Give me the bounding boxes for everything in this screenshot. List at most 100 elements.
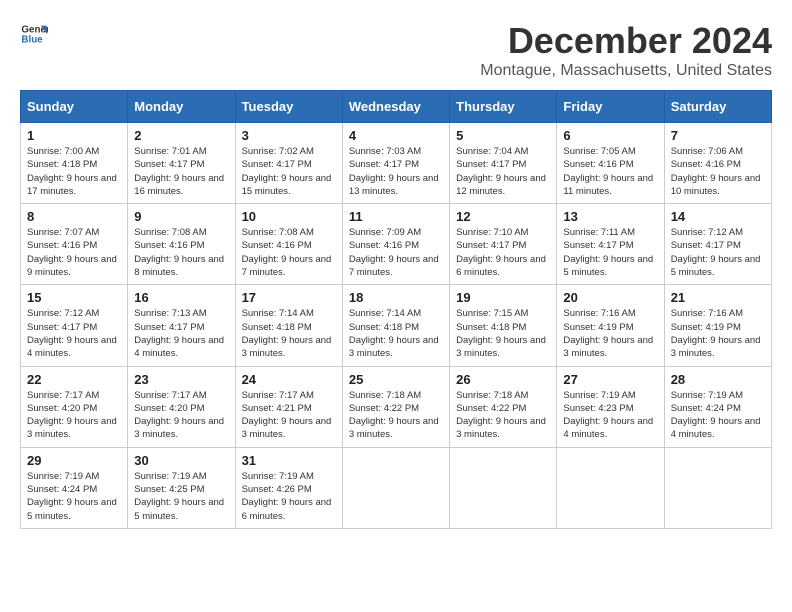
sunset-label: Sunset: 4:16 PM xyxy=(563,159,633,170)
sunrise-label: Sunrise: 7:14 AM xyxy=(349,308,421,319)
weekday-header-friday: Friday xyxy=(557,91,664,123)
calendar-week-row: 8 Sunrise: 7:07 AM Sunset: 4:16 PM Dayli… xyxy=(21,204,772,285)
sunset-label: Sunset: 4:22 PM xyxy=(349,403,419,414)
sunrise-label: Sunrise: 7:19 AM xyxy=(671,390,743,401)
daylight-label: Daylight: 9 hours and 9 minutes. xyxy=(27,254,117,278)
daylight-label: Daylight: 9 hours and 6 minutes. xyxy=(242,497,332,521)
day-number: 31 xyxy=(242,453,336,468)
calendar-day-cell: 18 Sunrise: 7:14 AM Sunset: 4:18 PM Dayl… xyxy=(342,285,449,366)
day-number: 2 xyxy=(134,128,228,143)
daylight-label: Daylight: 9 hours and 3 minutes. xyxy=(563,335,653,359)
calendar-week-row: 15 Sunrise: 7:12 AM Sunset: 4:17 PM Dayl… xyxy=(21,285,772,366)
day-info: Sunrise: 7:19 AM Sunset: 4:24 PM Dayligh… xyxy=(671,389,765,442)
sunset-label: Sunset: 4:19 PM xyxy=(671,322,741,333)
sunrise-label: Sunrise: 7:03 AM xyxy=(349,146,421,157)
sunrise-label: Sunrise: 7:06 AM xyxy=(671,146,743,157)
calendar-day-cell: 24 Sunrise: 7:17 AM Sunset: 4:21 PM Dayl… xyxy=(235,366,342,447)
calendar-day-cell: 25 Sunrise: 7:18 AM Sunset: 4:22 PM Dayl… xyxy=(342,366,449,447)
sunrise-label: Sunrise: 7:04 AM xyxy=(456,146,528,157)
weekday-header-row: SundayMondayTuesdayWednesdayThursdayFrid… xyxy=(21,91,772,123)
calendar-day-cell: 1 Sunrise: 7:00 AM Sunset: 4:18 PM Dayli… xyxy=(21,123,128,204)
calendar-day-cell: 22 Sunrise: 7:17 AM Sunset: 4:20 PM Dayl… xyxy=(21,366,128,447)
sunrise-label: Sunrise: 7:18 AM xyxy=(349,390,421,401)
weekday-header-tuesday: Tuesday xyxy=(235,91,342,123)
sunset-label: Sunset: 4:17 PM xyxy=(134,159,204,170)
day-info: Sunrise: 7:07 AM Sunset: 4:16 PM Dayligh… xyxy=(27,226,121,279)
sunset-label: Sunset: 4:25 PM xyxy=(134,484,204,495)
daylight-label: Daylight: 9 hours and 3 minutes. xyxy=(456,335,546,359)
sunset-label: Sunset: 4:16 PM xyxy=(134,240,204,251)
svg-text:Blue: Blue xyxy=(21,34,43,45)
sunrise-label: Sunrise: 7:13 AM xyxy=(134,308,206,319)
logo-icon: General Blue xyxy=(20,20,48,48)
calendar-day-cell xyxy=(450,447,557,528)
day-info: Sunrise: 7:15 AM Sunset: 4:18 PM Dayligh… xyxy=(456,307,550,360)
sunrise-label: Sunrise: 7:11 AM xyxy=(563,227,635,238)
day-number: 22 xyxy=(27,372,121,387)
day-number: 24 xyxy=(242,372,336,387)
calendar-day-cell: 19 Sunrise: 7:15 AM Sunset: 4:18 PM Dayl… xyxy=(450,285,557,366)
sunrise-label: Sunrise: 7:02 AM xyxy=(242,146,314,157)
day-info: Sunrise: 7:16 AM Sunset: 4:19 PM Dayligh… xyxy=(563,307,657,360)
calendar-week-row: 1 Sunrise: 7:00 AM Sunset: 4:18 PM Dayli… xyxy=(21,123,772,204)
day-info: Sunrise: 7:17 AM Sunset: 4:20 PM Dayligh… xyxy=(27,389,121,442)
day-info: Sunrise: 7:03 AM Sunset: 4:17 PM Dayligh… xyxy=(349,145,443,198)
calendar-day-cell: 12 Sunrise: 7:10 AM Sunset: 4:17 PM Dayl… xyxy=(450,204,557,285)
calendar-day-cell: 26 Sunrise: 7:18 AM Sunset: 4:22 PM Dayl… xyxy=(450,366,557,447)
calendar-day-cell: 15 Sunrise: 7:12 AM Sunset: 4:17 PM Dayl… xyxy=(21,285,128,366)
calendar-day-cell: 17 Sunrise: 7:14 AM Sunset: 4:18 PM Dayl… xyxy=(235,285,342,366)
sunrise-label: Sunrise: 7:08 AM xyxy=(134,227,206,238)
day-number: 13 xyxy=(563,209,657,224)
daylight-label: Daylight: 9 hours and 4 minutes. xyxy=(563,416,653,440)
sunrise-label: Sunrise: 7:19 AM xyxy=(242,471,314,482)
sunset-label: Sunset: 4:16 PM xyxy=(242,240,312,251)
day-info: Sunrise: 7:16 AM Sunset: 4:19 PM Dayligh… xyxy=(671,307,765,360)
daylight-label: Daylight: 9 hours and 10 minutes. xyxy=(671,173,761,197)
day-info: Sunrise: 7:06 AM Sunset: 4:16 PM Dayligh… xyxy=(671,145,765,198)
calendar-day-cell: 21 Sunrise: 7:16 AM Sunset: 4:19 PM Dayl… xyxy=(664,285,771,366)
day-info: Sunrise: 7:10 AM Sunset: 4:17 PM Dayligh… xyxy=(456,226,550,279)
day-info: Sunrise: 7:12 AM Sunset: 4:17 PM Dayligh… xyxy=(27,307,121,360)
sunrise-label: Sunrise: 7:15 AM xyxy=(456,308,528,319)
weekday-header-saturday: Saturday xyxy=(664,91,771,123)
sunrise-label: Sunrise: 7:08 AM xyxy=(242,227,314,238)
day-info: Sunrise: 7:14 AM Sunset: 4:18 PM Dayligh… xyxy=(349,307,443,360)
day-number: 16 xyxy=(134,290,228,305)
sunrise-label: Sunrise: 7:01 AM xyxy=(134,146,206,157)
calendar-day-cell: 8 Sunrise: 7:07 AM Sunset: 4:16 PM Dayli… xyxy=(21,204,128,285)
daylight-label: Daylight: 9 hours and 3 minutes. xyxy=(349,416,439,440)
location-title: Montague, Massachusetts, United States xyxy=(480,62,772,80)
title-section: December 2024 Montague, Massachusetts, U… xyxy=(480,20,772,80)
calendar-day-cell: 30 Sunrise: 7:19 AM Sunset: 4:25 PM Dayl… xyxy=(128,447,235,528)
weekday-header-wednesday: Wednesday xyxy=(342,91,449,123)
day-info: Sunrise: 7:00 AM Sunset: 4:18 PM Dayligh… xyxy=(27,145,121,198)
sunset-label: Sunset: 4:18 PM xyxy=(27,159,97,170)
daylight-label: Daylight: 9 hours and 3 minutes. xyxy=(242,335,332,359)
sunset-label: Sunset: 4:18 PM xyxy=(349,322,419,333)
sunrise-label: Sunrise: 7:05 AM xyxy=(563,146,635,157)
daylight-label: Daylight: 9 hours and 4 minutes. xyxy=(27,335,117,359)
sunrise-label: Sunrise: 7:16 AM xyxy=(563,308,635,319)
calendar-day-cell: 5 Sunrise: 7:04 AM Sunset: 4:17 PM Dayli… xyxy=(450,123,557,204)
sunset-label: Sunset: 4:18 PM xyxy=(242,322,312,333)
calendar-day-cell: 2 Sunrise: 7:01 AM Sunset: 4:17 PM Dayli… xyxy=(128,123,235,204)
day-info: Sunrise: 7:11 AM Sunset: 4:17 PM Dayligh… xyxy=(563,226,657,279)
sunrise-label: Sunrise: 7:09 AM xyxy=(349,227,421,238)
day-number: 30 xyxy=(134,453,228,468)
day-number: 21 xyxy=(671,290,765,305)
daylight-label: Daylight: 9 hours and 4 minutes. xyxy=(671,416,761,440)
day-number: 29 xyxy=(27,453,121,468)
day-number: 11 xyxy=(349,209,443,224)
calendar-day-cell: 29 Sunrise: 7:19 AM Sunset: 4:24 PM Dayl… xyxy=(21,447,128,528)
sunrise-label: Sunrise: 7:14 AM xyxy=(242,308,314,319)
calendar-day-cell: 28 Sunrise: 7:19 AM Sunset: 4:24 PM Dayl… xyxy=(664,366,771,447)
daylight-label: Daylight: 9 hours and 13 minutes. xyxy=(349,173,439,197)
daylight-label: Daylight: 9 hours and 6 minutes. xyxy=(456,254,546,278)
sunset-label: Sunset: 4:16 PM xyxy=(671,159,741,170)
sunset-label: Sunset: 4:24 PM xyxy=(27,484,97,495)
day-number: 19 xyxy=(456,290,550,305)
day-info: Sunrise: 7:12 AM Sunset: 4:17 PM Dayligh… xyxy=(671,226,765,279)
sunset-label: Sunset: 4:16 PM xyxy=(349,240,419,251)
sunset-label: Sunset: 4:21 PM xyxy=(242,403,312,414)
daylight-label: Daylight: 9 hours and 7 minutes. xyxy=(349,254,439,278)
